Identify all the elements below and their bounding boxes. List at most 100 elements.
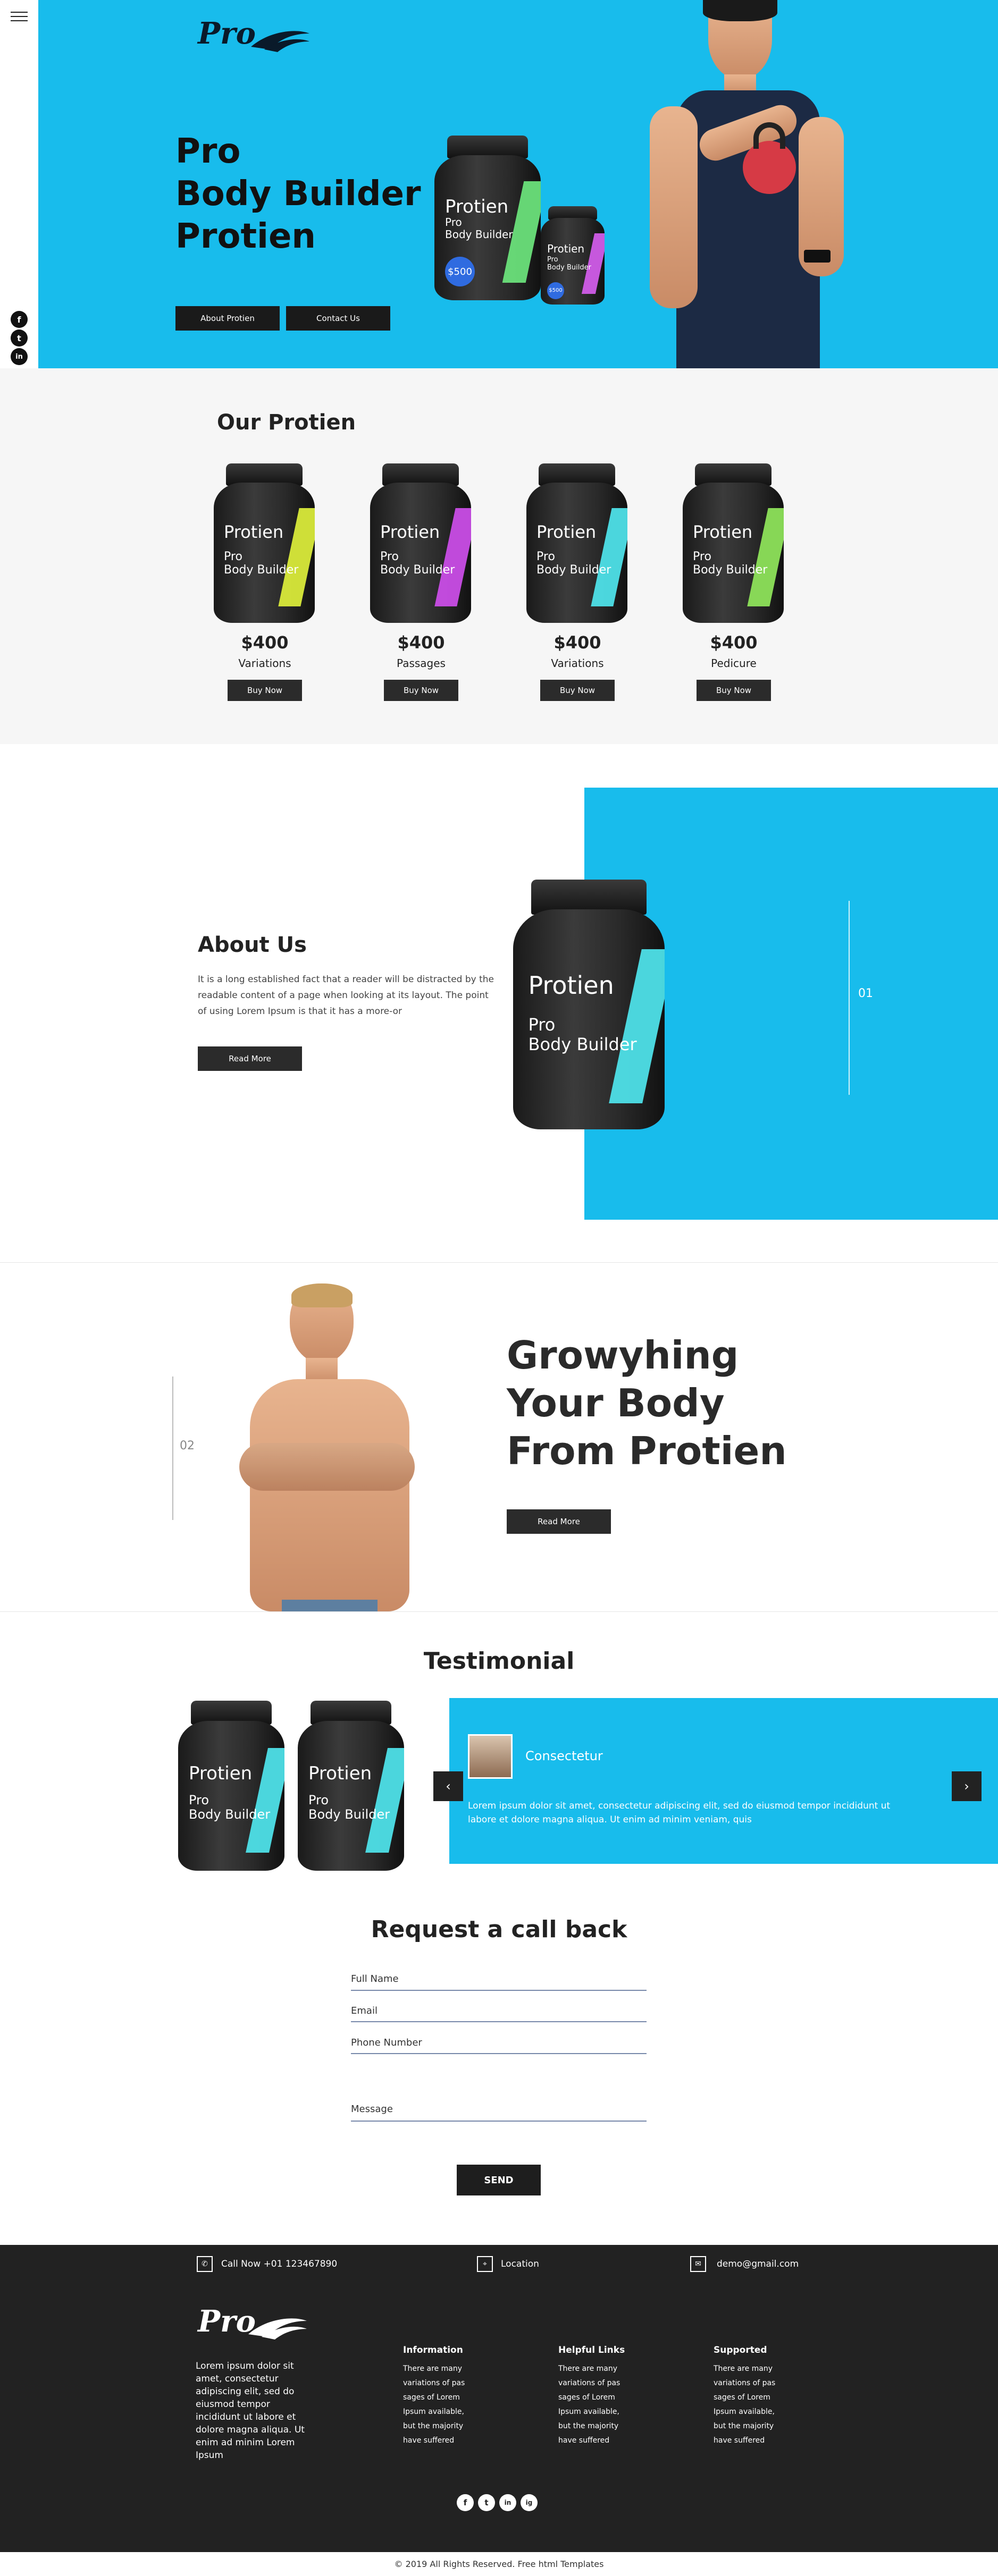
input-underline [351,1990,647,1991]
product-name: Variations [551,657,604,670]
slide-number: 01 [858,987,873,1000]
read-more-button[interactable]: Read More [507,1509,611,1534]
jar-subtitle: Pro [547,255,558,264]
footer-column-title: Helpful Links [558,2345,625,2355]
jar-subtitle: Pro [189,1792,209,1808]
jar-brand: Protien [224,521,284,542]
hero-product-jar-small: Protien Pro Body Builder $500 [541,206,605,305]
email-field[interactable]: Email [351,2005,378,2016]
jar-brand: Protien [380,521,440,542]
slide-number: 02 [180,1439,195,1452]
buy-now-button[interactable]: Buy Now [540,680,615,701]
input-underline [351,2021,647,2022]
section-title: Request a call back [371,1916,627,1943]
footer-location[interactable]: Location [501,2259,539,2269]
copyright-text: © 2019 All Rights Reserved. Free html Te… [0,2552,998,2576]
facebook-icon[interactable]: f [11,311,28,328]
jar-brand: Protien [189,1763,253,1785]
facebook-icon[interactable]: f [457,2494,474,2511]
jar-subtitle: Body Builder [693,563,768,577]
testimonial-text: Lorem ipsum dolor sit amet, consectetur … [468,1801,891,1825]
jar-brand: Protien [547,242,585,255]
product-jar[interactable]: Protien Pro Body Builder [683,463,784,623]
hero-title-line: Protien [175,217,316,256]
input-underline [351,2053,647,2054]
testimonial-jar: Protien Pro Body Builder [178,1701,284,1871]
site-logo[interactable]: Pro [198,16,256,51]
buy-now-button[interactable]: Buy Now [228,680,302,701]
instagram-icon[interactable]: ig [521,2494,538,2511]
athlete-image [618,0,868,368]
mail-icon: ✉ [690,2256,706,2272]
buy-now-button[interactable]: Buy Now [384,680,458,701]
buy-now-button[interactable]: Buy Now [697,680,771,701]
jar-brand: Protien [308,1763,372,1785]
input-underline [351,2121,647,2122]
menu-icon[interactable] [11,12,28,22]
jar-subtitle: Body Builder [445,227,513,241]
section-title: About Us [198,933,307,957]
jar-subtitle: Pro [308,1792,329,1808]
product-name: Variations [238,657,291,670]
jar-subtitle: Pro [445,215,462,229]
growing-title-line: From Protien [507,1429,787,1473]
slide-indicator-line [849,901,850,1095]
product-price: $400 [710,632,758,653]
phone-field[interactable]: Phone Number [351,2037,422,2048]
jar-price-badge: $500 [445,257,475,287]
phone-icon: ✆ [197,2256,213,2272]
product-jar[interactable]: Protien Pro Body Builder [214,463,315,623]
logo-wing-icon [248,2318,307,2339]
about-protein-button[interactable]: About Protien [175,306,280,331]
footer-email[interactable]: demo@gmail.com [717,2259,799,2269]
jar-subtitle: Pro [380,550,399,563]
twitter-icon[interactable]: t [478,2494,495,2511]
next-arrow-button[interactable]: › [952,1771,982,1801]
full-name-field[interactable]: Full Name [351,1973,399,1984]
jar-brand: Protien [528,971,614,1000]
footer-column-title: Supported [714,2345,767,2355]
read-more-button[interactable]: Read More [198,1046,302,1071]
jar-brand: Protien [445,196,509,217]
jar-subtitle: Body Builder [528,1034,637,1054]
jar-subtitle: Body Builder [224,563,299,577]
linkedin-icon[interactable]: in [499,2494,516,2511]
section-title: Testimonial [423,1648,575,1675]
jar-subtitle: Pro [528,1014,556,1035]
product-name: Passages [397,657,446,670]
product-name: Pedicure [711,657,757,670]
about-text: It is a long established fact that a rea… [198,974,494,1017]
growing-title-line: Growyhing [507,1333,739,1378]
about-product-jar: Protien Pro Body Builder [513,880,665,1129]
prev-arrow-button[interactable]: ‹ [433,1771,463,1801]
footer-phone[interactable]: Call Now +01 123467890 [221,2259,337,2269]
jar-subtitle: Pro [693,550,711,563]
product-jar[interactable]: Protien Pro Body Builder [370,463,471,623]
message-field[interactable]: Message [351,2104,393,2115]
hero-title-line: Body Builder [175,174,421,214]
jar-subtitle: Body Builder [308,1807,390,1822]
twitter-icon[interactable]: t [11,330,28,347]
jar-subtitle: Body Builder [380,563,455,577]
footer-column-text: There are many variations of pas sages o… [558,2364,620,2445]
send-button[interactable]: SEND [457,2165,541,2195]
jar-subtitle: Pro [224,550,242,563]
jar-subtitle: Body Builder [547,263,591,272]
our-protein-section [0,368,998,744]
product-jar[interactable]: Protien Pro Body Builder [526,463,627,623]
product-price: $400 [241,632,289,653]
slide-indicator-line [172,1376,173,1520]
jar-subtitle: Pro [536,550,555,563]
growing-title: Growyhing Your Body From Protien [507,1331,787,1475]
avatar [468,1734,513,1779]
contact-us-button[interactable]: Contact Us [286,306,390,331]
hero-banner: Pro Pro Body Builder Protien About Proti… [38,0,998,368]
footer-column-text: There are many variations of pas sages o… [403,2364,465,2445]
man-image [234,1283,447,1611]
location-icon: ⌖ [477,2256,493,2272]
growing-title-line: Your Body [507,1381,725,1425]
logo-wing-icon [251,31,309,52]
footer-column-text: There are many variations of pas sages o… [714,2364,776,2445]
jar-brand: Protien [693,521,753,542]
linkedin-icon[interactable]: in [11,348,28,365]
